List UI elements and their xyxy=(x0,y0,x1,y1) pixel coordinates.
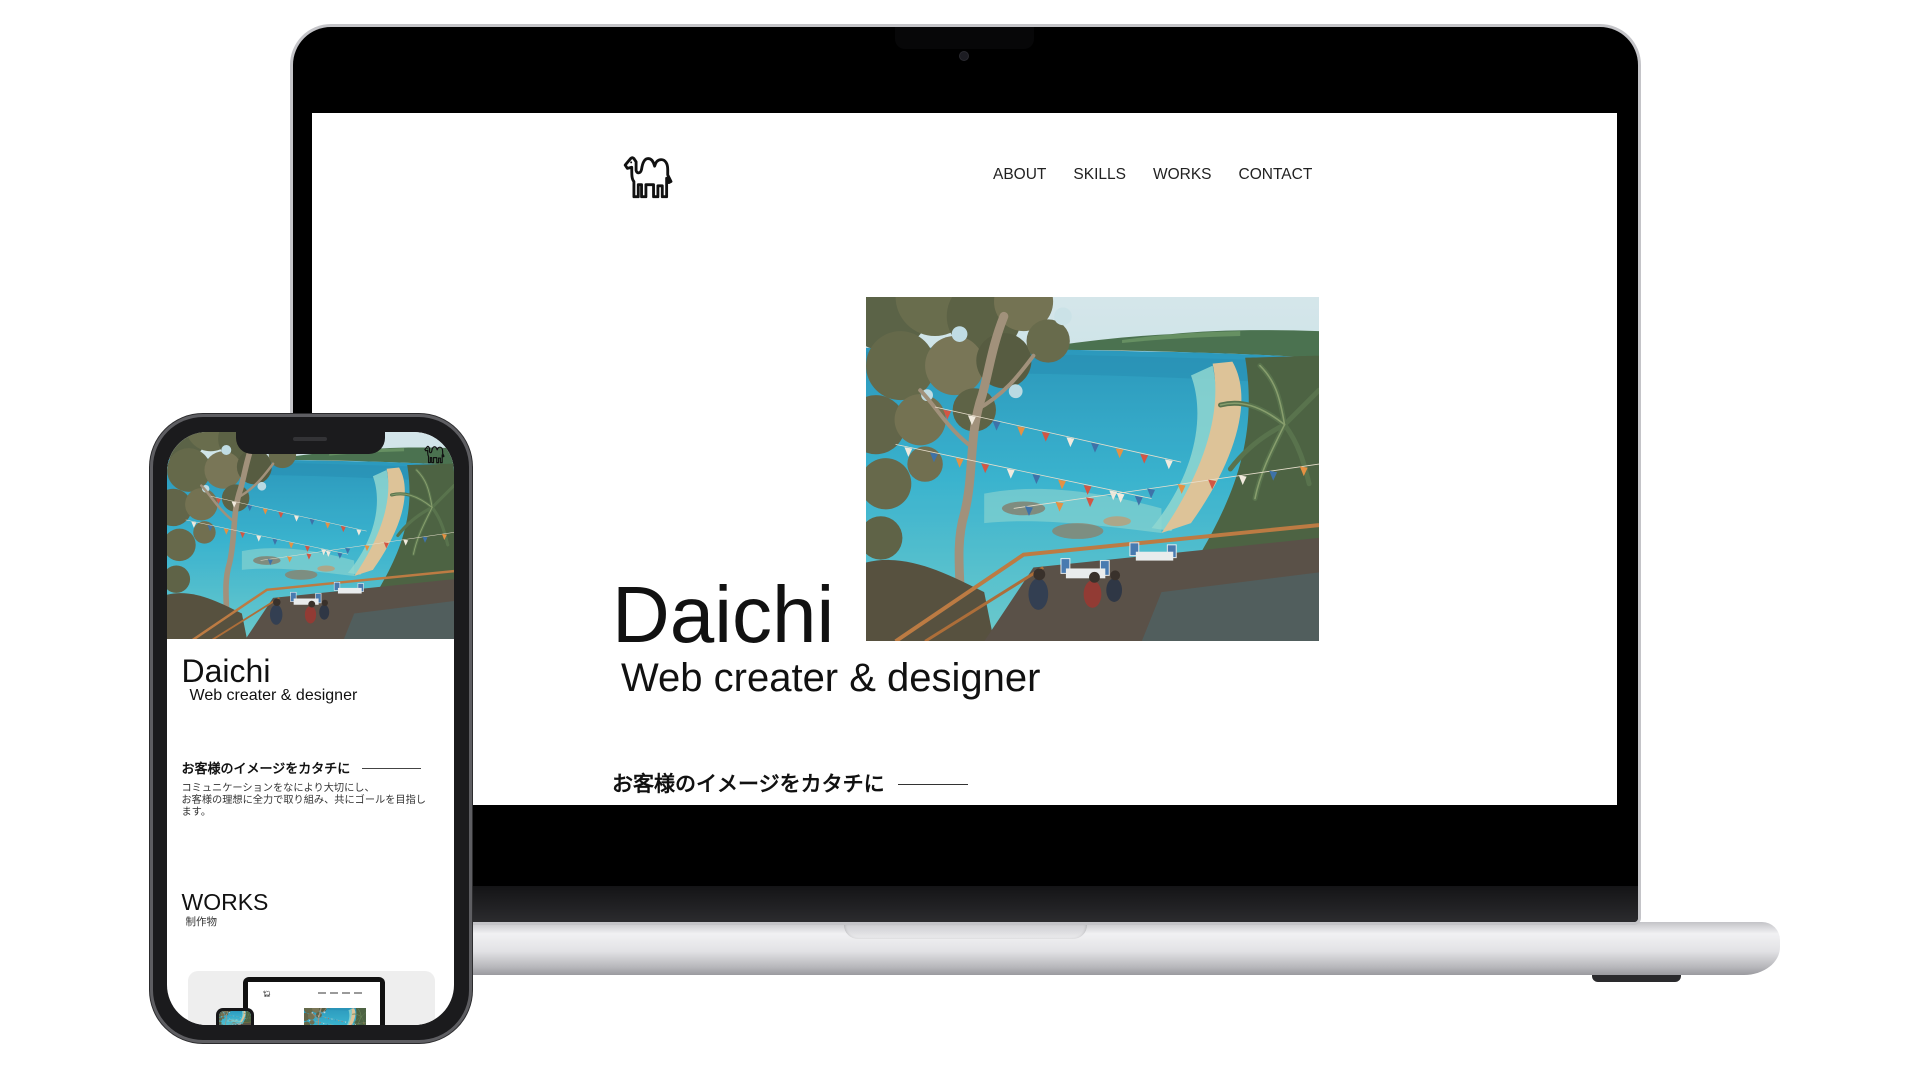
laptop-camera-notch xyxy=(895,27,1034,49)
section-heading-text: お客様のイメージをカタチに xyxy=(612,773,885,796)
paragraph-line: ます。 xyxy=(181,807,212,818)
paragraph-line: コミュニケーションをなにより大切にし、 xyxy=(181,783,375,794)
works-thumbnail-laptop xyxy=(242,977,385,1025)
phone-side-button xyxy=(469,552,473,643)
laptop-hinge xyxy=(293,886,1638,922)
laptop-screen: ABOUT SKILLS WORKS CONTACT Daichi Web cr… xyxy=(312,113,1617,805)
camel-icon[interactable] xyxy=(619,152,675,200)
hero-tagline: Web creater & designer xyxy=(621,656,1041,700)
hero-beach-photo xyxy=(866,297,1319,641)
works-card[interactable] xyxy=(187,971,435,1025)
works-thumbnail-phone-screen xyxy=(218,1011,251,1025)
phone-section-heading-text: お客様のイメージをカタチに xyxy=(181,761,351,776)
phone-hero-name: Daichi xyxy=(181,653,271,689)
works-subtitle: 制作物 xyxy=(185,916,218,928)
laptop-mockup: ABOUT SKILLS WORKS CONTACT Daichi Web cr… xyxy=(293,27,1638,922)
phone-hero-beach-photo xyxy=(167,432,454,639)
laptop-foot xyxy=(1592,975,1681,982)
heading-divider xyxy=(897,783,968,786)
section-heading: お客様のイメージをカタチに xyxy=(612,774,968,795)
nav-contact-link[interactable]: CONTACT xyxy=(1239,166,1313,184)
works-thumbnail-photo xyxy=(303,1008,366,1025)
works-thumbnail-phone xyxy=(215,1008,254,1025)
phone-hero-tagline: Web creater & designer xyxy=(189,687,358,704)
heading-divider xyxy=(362,768,422,769)
nav-skills-link[interactable]: SKILLS xyxy=(1073,166,1126,184)
works-thumbnail-phone-photo xyxy=(218,1011,251,1025)
phone-intro-paragraph: コミュニケーションをなにより大切にし、 お客様の理想に全力で取り組み、共にゴール… xyxy=(182,783,444,819)
works-thumbnail-nav xyxy=(317,992,362,994)
works-title: WORKS xyxy=(181,889,269,915)
camel-icon[interactable] xyxy=(422,444,446,464)
camel-icon xyxy=(262,990,271,997)
phone-section-heading: お客様のイメージをカタチに xyxy=(182,762,422,775)
nav-works-link[interactable]: WORKS xyxy=(1153,166,1212,184)
speaker-icon xyxy=(293,437,327,441)
laptop-opening-notch xyxy=(844,922,1087,939)
camera-icon xyxy=(960,52,968,60)
works-thumbnail-screen xyxy=(247,982,380,1025)
phone-notch xyxy=(236,432,385,454)
hero-name: Daichi xyxy=(612,570,835,659)
phone-screen: Daichi Web creater & designer お客様のイメージをカ… xyxy=(167,432,454,1025)
main-nav: ABOUT SKILLS WORKS CONTACT xyxy=(993,166,1312,184)
nav-about-link[interactable]: ABOUT xyxy=(993,166,1046,184)
phone-mockup: Daichi Web creater & designer お客様のイメージをカ… xyxy=(153,417,469,1040)
paragraph-line: お客様の理想に全力で取り組み、共にゴールを目指し xyxy=(181,795,427,806)
